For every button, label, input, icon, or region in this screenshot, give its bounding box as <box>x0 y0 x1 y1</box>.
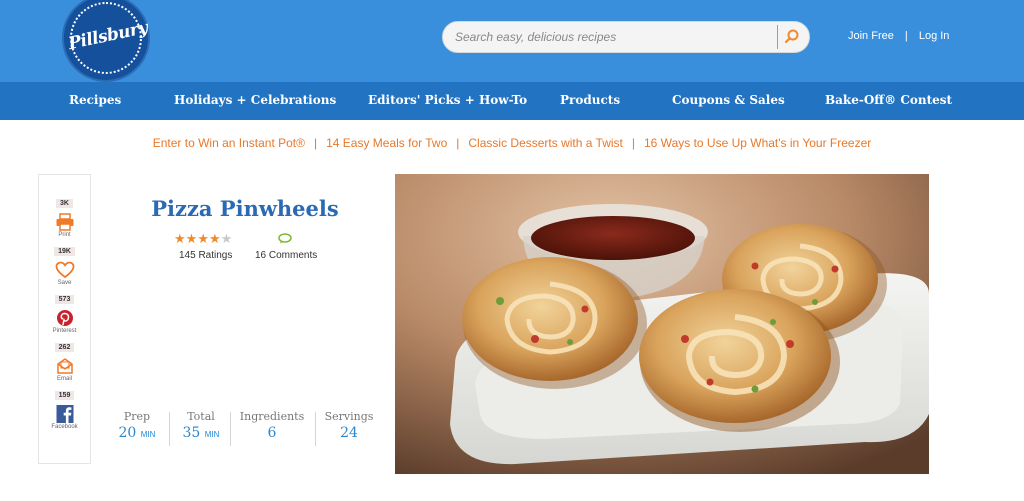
promo-links: Enter to Win an Instant Pot® | 14 Easy Mea… <box>0 136 1024 150</box>
stat-total: Total 35 MIN <box>176 410 226 441</box>
share-count: 19K <box>54 247 75 256</box>
pinterest-icon <box>56 310 73 326</box>
stat-ingredients: Ingredients 6 <box>236 410 308 441</box>
pillsbury-logo[interactable]: Pillsbury <box>62 0 150 82</box>
print-icon <box>56 213 73 231</box>
share-count: 262 <box>54 343 75 352</box>
ingredients-count-value: 6 <box>267 425 277 441</box>
search-input[interactable] <box>455 22 775 52</box>
star-rating[interactable]: ★★★★★ <box>174 231 232 247</box>
share-count: 159 <box>54 391 75 400</box>
promo-link-freezer[interactable]: 16 Ways to Use Up What's in Your Freezer <box>644 136 871 150</box>
comments-count[interactable]: 16 Comments <box>255 250 317 261</box>
heart-icon <box>55 261 74 279</box>
share-pinterest[interactable]: 573 Pinterest <box>39 288 90 334</box>
search-icon <box>785 29 799 43</box>
auth-separator: | <box>904 30 908 42</box>
star-icon: ★ <box>174 231 186 246</box>
stat-prep: Prep 20 MIN <box>112 410 162 441</box>
total-time-unit: MIN <box>204 430 220 439</box>
facebook-icon <box>56 405 73 423</box>
share-count: 573 <box>54 295 75 304</box>
main-nav: Recipes Holidays + Celebrations Editors'… <box>0 82 1024 120</box>
share-label: Email <box>56 376 72 382</box>
stat-servings: Servings 24 <box>322 410 376 441</box>
ratings-count[interactable]: 145 Ratings <box>179 250 232 261</box>
prep-time-value: 20 <box>118 425 137 441</box>
promo-link-meals-for-two[interactable]: 14 Easy Meals for Two <box>326 136 447 150</box>
prep-time-unit: MIN <box>140 430 156 439</box>
promo-separator: | <box>313 136 318 150</box>
promo-link-classic-desserts[interactable]: Classic Desserts with a Twist <box>468 136 622 150</box>
log-in-link[interactable]: Log In <box>919 30 950 42</box>
nav-item-editors-picks[interactable]: Editors' Picks + How-To <box>368 93 527 107</box>
nav-item-holidays[interactable]: Holidays + Celebrations <box>174 93 336 107</box>
recipe-photo <box>395 174 929 474</box>
star-empty-icon: ★ <box>220 231 233 246</box>
nav-item-recipes[interactable]: Recipes <box>69 93 121 107</box>
share-save[interactable]: 19K Save <box>39 240 90 286</box>
share-email[interactable]: 262 Email <box>39 336 90 382</box>
servings-value: 24 <box>340 425 358 441</box>
stat-divider <box>169 412 170 446</box>
stat-label: Total <box>187 410 215 423</box>
share-facebook[interactable]: 159 Facebook <box>39 384 90 430</box>
stat-label: Prep <box>123 410 151 423</box>
total-time-value: 35 <box>182 425 201 441</box>
stat-value: 35 MIN <box>176 425 226 441</box>
share-label: Pinterest <box>52 328 77 334</box>
share-label: Save <box>57 280 72 286</box>
comment-icon[interactable] <box>278 233 292 244</box>
nav-item-coupons[interactable]: Coupons & Sales <box>672 93 785 107</box>
recipe-title: Pizza Pinwheels <box>151 196 339 221</box>
stat-divider <box>230 412 231 446</box>
site-header: Pillsbury Join Free | Log In <box>0 0 1024 82</box>
share-sidebar: 3K Print 19K Save 573 Pinterest 262 Emai… <box>38 174 91 464</box>
stat-label: Servings <box>324 410 374 423</box>
join-free-link[interactable]: Join Free <box>848 30 894 42</box>
promo-separator: | <box>631 136 635 150</box>
share-label: Facebook <box>51 424 78 430</box>
promo-link-instant-pot[interactable]: Enter to Win an Instant Pot® <box>153 136 305 150</box>
search-bar <box>442 21 810 53</box>
share-print[interactable]: 3K Print <box>39 192 90 238</box>
search-button[interactable] <box>777 25 803 49</box>
stat-value: 20 MIN <box>112 425 162 441</box>
auth-links: Join Free | Log In <box>848 30 949 42</box>
email-icon <box>56 358 73 374</box>
stat-divider <box>315 412 316 446</box>
stat-label: Ingredients <box>239 410 305 423</box>
star-icon: ★ <box>185 231 198 246</box>
nav-item-products[interactable]: Products <box>560 93 620 107</box>
share-count: 3K <box>56 199 73 208</box>
share-label: Print <box>58 232 71 238</box>
promo-separator: | <box>456 136 460 150</box>
star-icon: ★ <box>197 231 209 246</box>
star-icon: ★ <box>208 231 221 246</box>
pizza-pinwheels-image <box>395 174 929 474</box>
nav-item-bake-off[interactable]: Bake-Off® Contest <box>825 93 952 107</box>
